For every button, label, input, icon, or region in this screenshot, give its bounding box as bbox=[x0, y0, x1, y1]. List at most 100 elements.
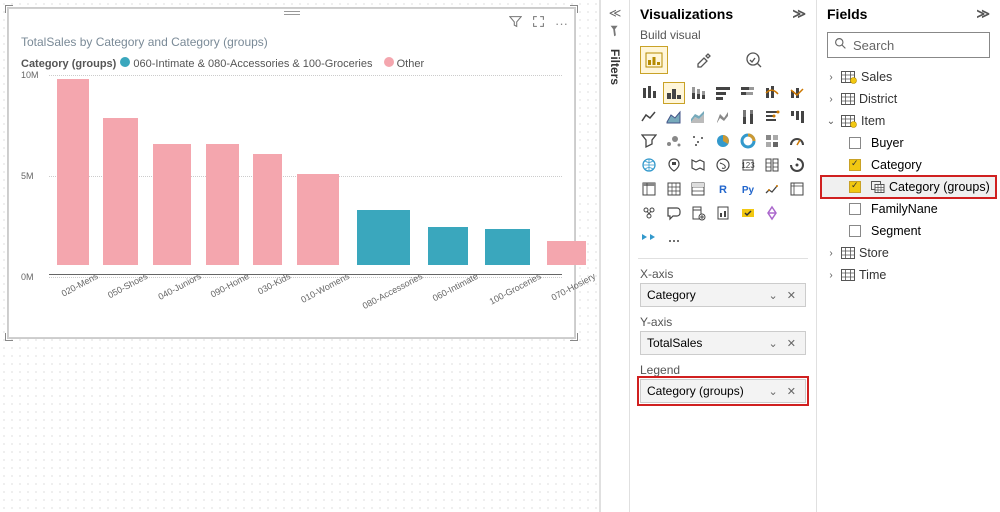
legend-well[interactable]: Category (groups) ⌄ ✕ bbox=[640, 379, 806, 403]
chevron-right-icon[interactable]: › bbox=[825, 248, 837, 259]
x-axis-well[interactable]: Category ⌄ ✕ bbox=[640, 283, 806, 307]
viz-type-icon[interactable] bbox=[663, 202, 686, 224]
viz-type-icon[interactable] bbox=[638, 82, 661, 104]
viz-type-icon[interactable] bbox=[663, 154, 686, 176]
viz-type-icon[interactable] bbox=[785, 130, 808, 152]
viz-type-icon[interactable] bbox=[687, 202, 710, 224]
analytics-tab[interactable] bbox=[740, 46, 768, 74]
visualization-type-grid: 123RPy bbox=[630, 82, 816, 256]
bar[interactable] bbox=[103, 118, 138, 265]
viz-type-icon[interactable]: 123 bbox=[736, 154, 759, 176]
bar[interactable] bbox=[547, 241, 586, 265]
table-row[interactable]: › District bbox=[821, 88, 996, 110]
table-row[interactable]: › Time bbox=[821, 264, 996, 286]
expand-filters-icon[interactable]: ≪ bbox=[609, 6, 622, 20]
bar[interactable] bbox=[57, 79, 89, 265]
chevron-right-icon[interactable]: › bbox=[825, 270, 837, 281]
field-checkbox[interactable] bbox=[849, 159, 861, 171]
chevron-right-icon[interactable]: › bbox=[825, 72, 837, 83]
filters-label: Filters bbox=[608, 49, 622, 85]
viz-type-icon[interactable] bbox=[638, 106, 661, 128]
viz-type-icon[interactable] bbox=[761, 154, 784, 176]
bar[interactable] bbox=[297, 174, 340, 265]
viz-type-icon[interactable] bbox=[712, 130, 735, 152]
field-row[interactable]: Category bbox=[821, 154, 996, 176]
format-visual-tab[interactable] bbox=[690, 46, 718, 74]
bar[interactable] bbox=[485, 229, 531, 265]
chevron-down-icon[interactable]: ⌄ bbox=[769, 338, 781, 350]
viz-type-icon[interactable] bbox=[785, 202, 808, 224]
table-row[interactable]: ⌄ Item bbox=[821, 110, 996, 132]
viz-type-icon[interactable] bbox=[712, 202, 735, 224]
field-checkbox[interactable] bbox=[849, 137, 861, 149]
viz-type-icon[interactable] bbox=[785, 106, 808, 128]
bar[interactable] bbox=[357, 210, 410, 265]
viz-type-icon[interactable] bbox=[687, 82, 710, 104]
bar[interactable] bbox=[253, 154, 281, 265]
viz-type-icon[interactable] bbox=[736, 106, 759, 128]
viz-type-icon[interactable] bbox=[663, 226, 686, 248]
viz-type-icon[interactable]: Py bbox=[736, 178, 759, 200]
more-options-icon[interactable]: ··· bbox=[555, 16, 568, 31]
collapse-fields-icon[interactable]: ≫ bbox=[976, 6, 990, 22]
focus-mode-icon[interactable] bbox=[532, 15, 545, 31]
field-row[interactable]: Category (groups) bbox=[821, 176, 996, 198]
drag-grip-icon[interactable] bbox=[284, 11, 300, 15]
bar[interactable] bbox=[428, 227, 468, 265]
field-checkbox[interactable] bbox=[849, 225, 861, 237]
viz-type-icon[interactable] bbox=[736, 202, 759, 224]
y-axis-well[interactable]: TotalSales ⌄ ✕ bbox=[640, 331, 806, 355]
viz-type-icon[interactable] bbox=[761, 178, 784, 200]
remove-field-icon[interactable]: ✕ bbox=[787, 290, 799, 302]
viz-type-icon[interactable] bbox=[761, 202, 784, 224]
bar-slot: 080-Accessories bbox=[351, 210, 418, 275]
field-row[interactable]: Buyer bbox=[821, 132, 996, 154]
collapse-viz-icon[interactable]: ≫ bbox=[792, 6, 806, 22]
chevron-down-icon[interactable]: ⌄ bbox=[769, 290, 781, 302]
bar[interactable] bbox=[206, 144, 240, 265]
viz-type-icon[interactable] bbox=[687, 106, 710, 128]
chart-visual-frame[interactable]: ··· TotalSales by Category and Category … bbox=[8, 8, 575, 338]
fields-search-input[interactable]: Search bbox=[827, 32, 990, 58]
viz-type-icon[interactable] bbox=[638, 154, 661, 176]
viz-type-icon[interactable] bbox=[687, 130, 710, 152]
chevron-right-icon[interactable]: › bbox=[825, 94, 837, 105]
viz-type-icon[interactable] bbox=[736, 82, 759, 104]
viz-type-icon[interactable] bbox=[785, 178, 808, 200]
field-checkbox[interactable] bbox=[849, 203, 861, 215]
report-canvas[interactable]: ··· TotalSales by Category and Category … bbox=[0, 0, 600, 512]
chevron-down-icon[interactable]: ⌄ bbox=[825, 116, 837, 127]
viz-type-icon[interactable] bbox=[712, 82, 735, 104]
field-row[interactable]: Segment bbox=[821, 220, 996, 242]
viz-type-icon[interactable] bbox=[712, 154, 735, 176]
remove-field-icon[interactable]: ✕ bbox=[787, 338, 799, 350]
chevron-down-icon[interactable]: ⌄ bbox=[769, 386, 781, 398]
viz-type-icon[interactable] bbox=[638, 178, 661, 200]
viz-type-icon[interactable] bbox=[663, 178, 686, 200]
bar[interactable] bbox=[153, 144, 191, 265]
remove-field-icon[interactable]: ✕ bbox=[787, 386, 799, 398]
field-checkbox[interactable] bbox=[849, 181, 861, 193]
viz-type-icon[interactable] bbox=[663, 130, 686, 152]
viz-type-icon[interactable] bbox=[687, 154, 710, 176]
viz-type-icon[interactable] bbox=[761, 82, 784, 104]
viz-type-icon[interactable]: R bbox=[712, 178, 735, 200]
field-row[interactable]: FamilyNane bbox=[821, 198, 996, 220]
viz-type-icon[interactable] bbox=[761, 106, 784, 128]
viz-type-icon[interactable] bbox=[638, 226, 661, 248]
table-row[interactable]: › Sales bbox=[821, 66, 996, 88]
viz-type-icon[interactable] bbox=[785, 154, 808, 176]
viz-type-icon[interactable] bbox=[736, 130, 759, 152]
build-visual-tab[interactable] bbox=[640, 46, 668, 74]
table-row[interactable]: › Store bbox=[821, 242, 996, 264]
viz-type-icon[interactable] bbox=[761, 130, 784, 152]
viz-type-icon[interactable] bbox=[638, 202, 661, 224]
viz-type-icon[interactable] bbox=[663, 82, 686, 104]
viz-type-icon[interactable] bbox=[785, 82, 808, 104]
viz-type-icon[interactable] bbox=[638, 130, 661, 152]
filters-pane-collapsed[interactable]: ≪ Filters bbox=[600, 0, 630, 512]
filter-icon[interactable] bbox=[509, 15, 522, 31]
viz-type-icon[interactable] bbox=[687, 178, 710, 200]
viz-type-icon[interactable] bbox=[712, 106, 735, 128]
viz-type-icon[interactable] bbox=[663, 106, 686, 128]
